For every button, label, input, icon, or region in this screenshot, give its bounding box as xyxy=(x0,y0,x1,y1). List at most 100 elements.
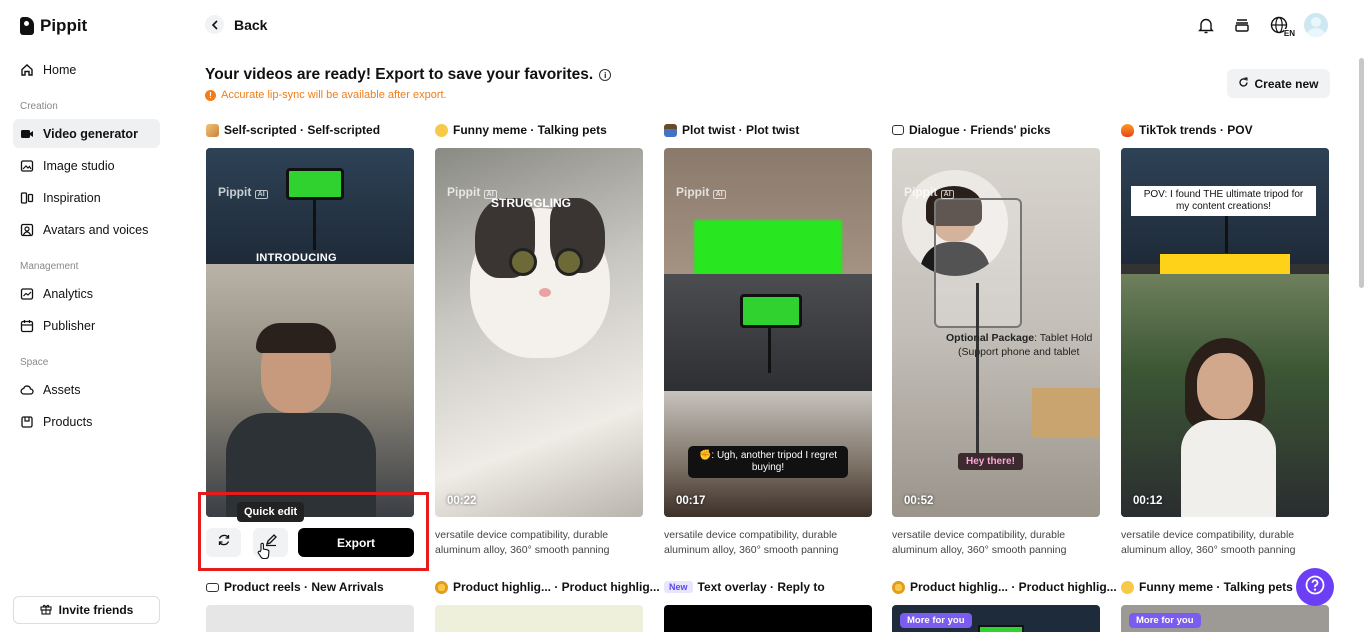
stack-icon[interactable] xyxy=(1230,13,1254,37)
help-button[interactable] xyxy=(1296,568,1334,606)
speech-bubble-icon xyxy=(892,125,904,135)
card-title-text: Product reels · New Arrivals xyxy=(224,580,384,594)
calendar-icon xyxy=(20,319,34,333)
video-thumbnail[interactable]: Pippit AI STRUGGLING 00:22 xyxy=(435,148,643,517)
sidebar-item-label: Inspiration xyxy=(43,190,101,205)
bell-icon[interactable] xyxy=(1194,13,1218,37)
gift-icon xyxy=(40,603,52,618)
card-title: TikTok trends · POV xyxy=(1121,123,1253,137)
card-title: Self-scripted · Self-scripted xyxy=(206,123,380,137)
new-badge: New xyxy=(664,581,693,593)
green-screen xyxy=(694,220,842,275)
sidebar-item-label: Publisher xyxy=(43,318,96,333)
package-box xyxy=(1032,388,1100,438)
writing-hand-icon xyxy=(206,123,219,137)
watermark: Pippit AI xyxy=(218,185,268,199)
back-button[interactable]: Back xyxy=(205,15,267,34)
person-hair xyxy=(256,323,336,353)
user-avatar[interactable] xyxy=(1304,13,1328,37)
card-title: Plot twist · Plot twist xyxy=(664,123,799,137)
analytics-icon xyxy=(20,287,34,301)
card-title: Funny meme · Talking pets xyxy=(1121,580,1293,594)
video-caption: POV: I found THE ultimate tripod for my … xyxy=(1131,186,1316,216)
sidebar-item-image-studio[interactable]: Image studio xyxy=(13,151,160,180)
video-thumbnail[interactable]: Pippit AI Optional Package: Tablet Hold … xyxy=(892,148,1100,517)
app-name: Pippit xyxy=(40,16,88,35)
video-duration: 00:12 xyxy=(1133,495,1163,507)
product-overlay-text: Optional Package: Tablet Hold xyxy=(946,332,1093,344)
sidebar-item-video-generator[interactable]: Video generator xyxy=(13,119,160,148)
video-thumbnail[interactable]: More for you xyxy=(892,605,1100,632)
yellow-banner xyxy=(1160,254,1290,274)
video-thumbnail[interactable]: More for you xyxy=(1121,605,1329,632)
info-icon[interactable]: i xyxy=(599,69,612,81)
sidebar-item-avatars-and-voices[interactable]: Avatars and voices xyxy=(13,215,160,244)
person-icon xyxy=(664,123,677,137)
green-screen-phone xyxy=(978,625,1024,632)
sidebar-item-publisher[interactable]: Publisher xyxy=(13,311,160,340)
card-title: Dialogue · Friends' picks xyxy=(892,123,1051,137)
card-description: versatile device compatibility, durable … xyxy=(1121,529,1296,556)
sidebar-item-products[interactable]: Products xyxy=(13,407,160,436)
warning-icon: ! xyxy=(205,89,216,101)
sparkle-icon xyxy=(892,580,905,594)
video-thumbnail[interactable] xyxy=(206,605,414,632)
card-title: Funny meme · Talking pets xyxy=(435,123,607,137)
tripod-pole xyxy=(976,283,979,453)
chevron-left-icon xyxy=(205,15,224,34)
create-new-button[interactable]: Create new xyxy=(1227,69,1330,98)
tripod-pole xyxy=(313,200,316,250)
sidebar-item-label: Analytics xyxy=(43,286,94,301)
sidebar-item-assets[interactable]: Assets xyxy=(13,375,160,404)
sidebar-item-inspiration[interactable]: Inspiration xyxy=(13,183,160,212)
sidebar-item-label: Avatars and voices xyxy=(43,222,149,237)
invite-friends-button[interactable]: Invite friends xyxy=(13,596,160,624)
page-title-text: Your videos are ready! Export to save yo… xyxy=(205,66,594,83)
card-title-text: Dialogue · Friends' picks xyxy=(909,123,1051,137)
video-thumbnail[interactable]: POV: I found THE ultimate tripod for my … xyxy=(1121,148,1329,517)
video-thumbnail[interactable] xyxy=(435,605,643,632)
sidebar-item-home[interactable]: Home xyxy=(13,55,160,84)
tripod-pole xyxy=(768,328,771,373)
video-overlay-text: INTRODUCING xyxy=(256,252,337,264)
card-title-text: Plot twist · Plot twist xyxy=(682,123,800,137)
card-title: Product highlig... · Product highlig... xyxy=(435,580,660,594)
language-globe-icon[interactable]: EN xyxy=(1266,13,1295,38)
section-space: Space xyxy=(20,357,49,368)
card-title-text: Self-scripted · Self-scripted xyxy=(224,123,381,137)
cat-eye-right xyxy=(555,248,583,276)
pippit-logo-icon xyxy=(20,17,34,35)
card-title-text: Product highlig... · Product highlig... xyxy=(453,580,660,594)
app-logo[interactable]: Pippit xyxy=(20,16,87,36)
cat-eye-left xyxy=(509,248,537,276)
video-thumbnail[interactable] xyxy=(664,605,872,632)
back-label: Back xyxy=(234,16,268,33)
section-management: Management xyxy=(20,261,79,272)
video-overlay-text: STRUGGLING xyxy=(491,196,571,210)
sidebar: Pippit Home Creation Video generator Ima… xyxy=(0,0,180,632)
video-thumbnail[interactable]: Pippit AI ✊: Ugh, another tripod I regre… xyxy=(664,148,872,517)
subtitle-tag: Hey there! xyxy=(958,453,1023,470)
sidebar-item-label: Products xyxy=(43,414,93,429)
home-icon xyxy=(20,63,34,77)
avatar-icon xyxy=(20,223,34,237)
video-duration: 00:22 xyxy=(447,495,477,507)
card-title-text: TikTok trends · POV xyxy=(1139,123,1253,137)
product-overlay-text-2: (Support phone and tablet xyxy=(958,346,1080,358)
sidebar-item-label: Home xyxy=(43,62,77,77)
green-screen-phone xyxy=(286,168,344,200)
section-creation: Creation xyxy=(20,101,58,112)
card-title-text: Product highlig... · Product highlig... xyxy=(910,580,1117,594)
sidebar-item-analytics[interactable]: Analytics xyxy=(13,279,160,308)
cloud-icon xyxy=(20,383,34,397)
video-thumbnail[interactable]: Pippit AI INTRODUCING xyxy=(206,148,414,517)
card-title-text: Funny meme · Talking pets xyxy=(1139,580,1293,594)
green-screen-phone xyxy=(740,294,802,328)
language-badge: EN xyxy=(1283,29,1295,38)
box-icon xyxy=(206,582,219,592)
page-scrollbar[interactable] xyxy=(1359,58,1364,288)
card-description: versatile device compatibility, durable … xyxy=(435,529,610,556)
card-title-text: Text overlay · Reply to xyxy=(697,580,825,594)
watermark: Pippit AI xyxy=(904,185,954,199)
create-new-label: Create new xyxy=(1254,76,1319,91)
